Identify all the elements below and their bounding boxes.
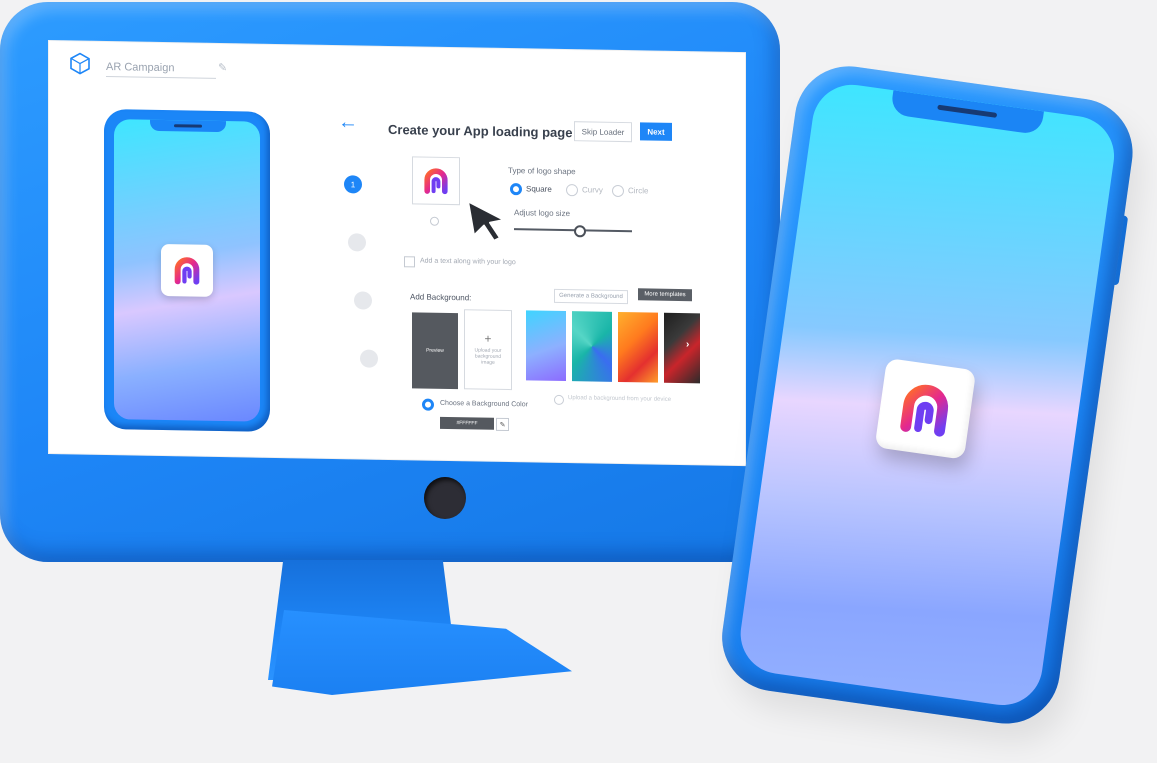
phone-device <box>663 52 1157 743</box>
logo-shape-label: Type of logo shape <box>508 166 576 177</box>
add-background-label: Add Background: <box>410 292 472 303</box>
next-button[interactable]: Next <box>640 122 672 141</box>
template-thumb-1[interactable] <box>526 310 566 382</box>
shape-square-radio[interactable] <box>510 183 522 196</box>
chevron-right-icon[interactable]: › <box>686 339 689 350</box>
template-thumb-4[interactable] <box>664 312 700 384</box>
app-brand-icon-large <box>900 384 949 437</box>
monitor-camera <box>424 477 466 519</box>
phone-speaker <box>174 124 202 128</box>
step-3[interactable] <box>354 291 372 310</box>
choose-color-radio[interactable] <box>422 398 434 411</box>
add-text-label: Add a text along with your logo <box>420 257 516 267</box>
more-templates-button[interactable]: More templates <box>638 288 692 302</box>
monitor-stand-base <box>272 610 572 695</box>
step-1[interactable]: 1 <box>344 175 362 194</box>
plus-icon: + <box>484 331 492 346</box>
phone-app-icon <box>874 357 977 460</box>
uploaded-logo-icon <box>424 168 448 195</box>
logo-upload-box[interactable] <box>412 156 460 206</box>
preview-app-icon <box>161 243 213 297</box>
preview-phone-screen <box>114 119 260 422</box>
logo-size-label: Adjust logo size <box>514 208 571 219</box>
mouse-cursor-icon <box>467 200 505 242</box>
logo-remove-icon[interactable] <box>430 216 439 226</box>
phone-screen <box>735 79 1120 711</box>
upload-background-label: Upload your background image <box>474 347 502 366</box>
monitor-screen: AR Campaign ✎ ← Create your App loading … <box>48 40 746 467</box>
template-thumb-3[interactable] <box>618 311 658 383</box>
shape-curvy-label: Curvy <box>582 185 603 195</box>
page-title: Create your App loading page <box>388 121 573 141</box>
generate-background-button[interactable]: Generate a Background <box>554 288 628 305</box>
background-preview-card[interactable]: Preview <box>412 312 458 390</box>
step-4[interactable] <box>360 349 378 368</box>
shape-curvy-radio[interactable] <box>566 184 578 197</box>
template-thumb-2[interactable] <box>572 311 612 382</box>
add-text-checkbox[interactable] <box>404 256 415 268</box>
shape-circle-radio[interactable] <box>612 184 624 198</box>
preview-label: Preview <box>426 347 444 354</box>
edit-icon[interactable]: ✎ <box>218 61 227 74</box>
skip-loader-button[interactable]: Skip Loader <box>574 121 632 143</box>
preview-phone <box>104 108 270 432</box>
shape-circle-label: Circle <box>628 186 649 196</box>
back-arrow-icon[interactable]: ← <box>338 111 358 134</box>
step-2[interactable] <box>348 233 366 252</box>
shape-square-label: Square <box>526 184 552 194</box>
phone-body <box>715 59 1140 731</box>
app-logo-icon <box>70 52 90 75</box>
color-value: #FFFFFF <box>456 420 478 427</box>
upload-option-radio[interactable] <box>554 394 564 406</box>
upload-background-card[interactable]: + Upload your background image <box>464 309 512 391</box>
upload-option-label: Upload a background from your device <box>568 395 672 403</box>
app-brand-icon <box>174 257 200 285</box>
campaign-name-input[interactable]: AR Campaign <box>106 61 216 79</box>
choose-color-label: Choose a Background Color <box>440 399 528 409</box>
color-value-field[interactable]: #FFFFFF <box>440 416 494 430</box>
eyedropper-icon[interactable]: ✎ <box>496 417 509 432</box>
logo-size-slider-thumb[interactable] <box>573 225 586 238</box>
